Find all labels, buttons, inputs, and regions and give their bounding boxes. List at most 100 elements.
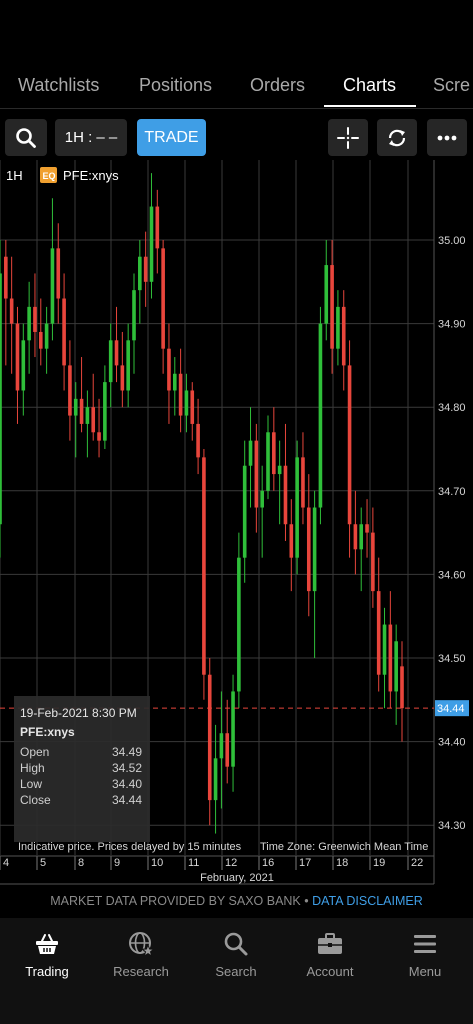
candle-body bbox=[202, 457, 206, 675]
tab-watchlists[interactable]: Watchlists bbox=[18, 75, 99, 96]
candle-body bbox=[196, 423, 200, 458]
candle bbox=[289, 499, 294, 592]
tab-orders[interactable]: Orders bbox=[250, 75, 305, 96]
candle bbox=[376, 557, 381, 692]
refresh-button[interactable] bbox=[377, 119, 417, 156]
more-icon bbox=[437, 135, 457, 140]
candle bbox=[324, 240, 329, 341]
candle-body bbox=[295, 457, 299, 558]
candle-body bbox=[365, 524, 369, 533]
candle bbox=[225, 699, 230, 784]
candle bbox=[277, 440, 282, 525]
tooltip-symbol: PFE:xnys bbox=[20, 725, 75, 739]
price-chart[interactable]: 35.00 34.90 34.80 34.70 34.60 34.50 34.40 34.30… bbox=[0, 160, 473, 886]
chart-interval-label: 1H bbox=[6, 168, 23, 183]
candle-body bbox=[353, 524, 358, 550]
candle-body bbox=[85, 407, 90, 424]
y-tick-label: 34.70 bbox=[438, 486, 466, 498]
x-tick-label: 8 bbox=[78, 857, 84, 869]
candle-body bbox=[190, 390, 195, 424]
candle bbox=[388, 591, 393, 709]
tab-charts[interactable]: Charts bbox=[343, 75, 396, 96]
candle bbox=[318, 306, 323, 525]
candle bbox=[359, 507, 364, 592]
nav-research[interactable]: Research bbox=[96, 930, 186, 979]
hamburger-icon bbox=[414, 935, 436, 953]
candle bbox=[155, 189, 160, 274]
nav-trading[interactable]: Trading bbox=[2, 930, 92, 979]
candle-body bbox=[324, 265, 329, 324]
interval-selector[interactable]: 1H : – – bbox=[55, 119, 127, 156]
candle bbox=[149, 173, 154, 299]
trade-label: TRADE bbox=[144, 128, 199, 146]
nav-search-label: Search bbox=[215, 964, 257, 979]
candle bbox=[38, 298, 43, 366]
refresh-icon bbox=[388, 129, 406, 146]
tooltip-high-label: High bbox=[20, 761, 45, 775]
candle bbox=[33, 273, 37, 358]
candle-body bbox=[388, 624, 393, 692]
candle-body bbox=[50, 248, 55, 324]
price-delay-note: Indicative price. Prices delayed by 15 m… bbox=[18, 841, 242, 853]
candle bbox=[44, 306, 49, 374]
candle-body bbox=[341, 306, 346, 366]
candle-body bbox=[312, 507, 317, 592]
nav-account[interactable]: Account bbox=[285, 930, 375, 979]
candle bbox=[103, 365, 107, 449]
candle-body bbox=[394, 641, 398, 692]
nav-menu[interactable]: Menu bbox=[380, 930, 470, 979]
data-disclaimer-link[interactable]: DATA DISCLAIMER bbox=[312, 894, 423, 908]
candle-body bbox=[44, 323, 49, 349]
nav-menu-label: Menu bbox=[408, 964, 442, 979]
tab-positions[interactable]: Positions bbox=[139, 75, 212, 96]
timezone-note: Time Zone: Greenwich Mean Time bbox=[260, 841, 428, 853]
candle-body bbox=[103, 382, 107, 441]
candle bbox=[353, 490, 358, 575]
x-tick-label: 17 bbox=[299, 857, 311, 869]
crosshair-button[interactable] bbox=[328, 119, 368, 156]
x-tick-label: 12 bbox=[225, 857, 237, 869]
tooltip-high-value: 34.52 bbox=[112, 761, 142, 775]
search-button[interactable] bbox=[5, 119, 47, 156]
candle-body bbox=[231, 691, 235, 767]
nav-search[interactable]: Search bbox=[191, 930, 281, 979]
candle bbox=[114, 306, 119, 383]
candle-body bbox=[225, 733, 230, 767]
candle bbox=[196, 398, 200, 475]
candle-body bbox=[4, 256, 8, 299]
tooltip-low-value: 34.40 bbox=[112, 777, 142, 791]
candle-body bbox=[161, 248, 165, 349]
candle-body bbox=[172, 373, 177, 391]
briefcase-icon bbox=[318, 933, 342, 954]
candle-body bbox=[301, 457, 305, 508]
candle-body bbox=[219, 733, 224, 759]
globe-star-icon bbox=[129, 932, 154, 957]
candle bbox=[301, 432, 305, 525]
candle-body bbox=[347, 365, 352, 525]
candle-body bbox=[143, 256, 148, 282]
tab-screener[interactable]: Scre bbox=[433, 75, 470, 96]
more-button[interactable] bbox=[427, 119, 467, 156]
candle bbox=[108, 323, 113, 408]
candle-body bbox=[254, 440, 259, 508]
candle-body bbox=[382, 624, 387, 675]
candle-body bbox=[272, 432, 276, 475]
y-tick-label: 34.30 bbox=[438, 820, 466, 832]
candle bbox=[272, 407, 276, 491]
tooltip-close-label: Close bbox=[20, 793, 51, 807]
candle bbox=[9, 256, 14, 374]
candle-body bbox=[260, 490, 264, 508]
candle bbox=[347, 340, 352, 558]
candle-body bbox=[242, 465, 247, 558]
candle-body bbox=[400, 666, 404, 709]
x-tick-label: 4 bbox=[3, 857, 9, 869]
interval-label: 1H : – – bbox=[64, 129, 118, 146]
y-tick-label: 34.60 bbox=[438, 569, 466, 581]
candle-body bbox=[126, 340, 130, 391]
candle bbox=[248, 407, 253, 508]
candle bbox=[62, 273, 66, 391]
candle bbox=[190, 382, 195, 441]
chart-canvas[interactable]: 35.00 34.90 34.80 34.70 34.60 34.50 34.40 34.30… bbox=[0, 160, 473, 886]
trade-button[interactable]: TRADE bbox=[137, 119, 206, 156]
x-tick-label: 9 bbox=[114, 857, 120, 869]
